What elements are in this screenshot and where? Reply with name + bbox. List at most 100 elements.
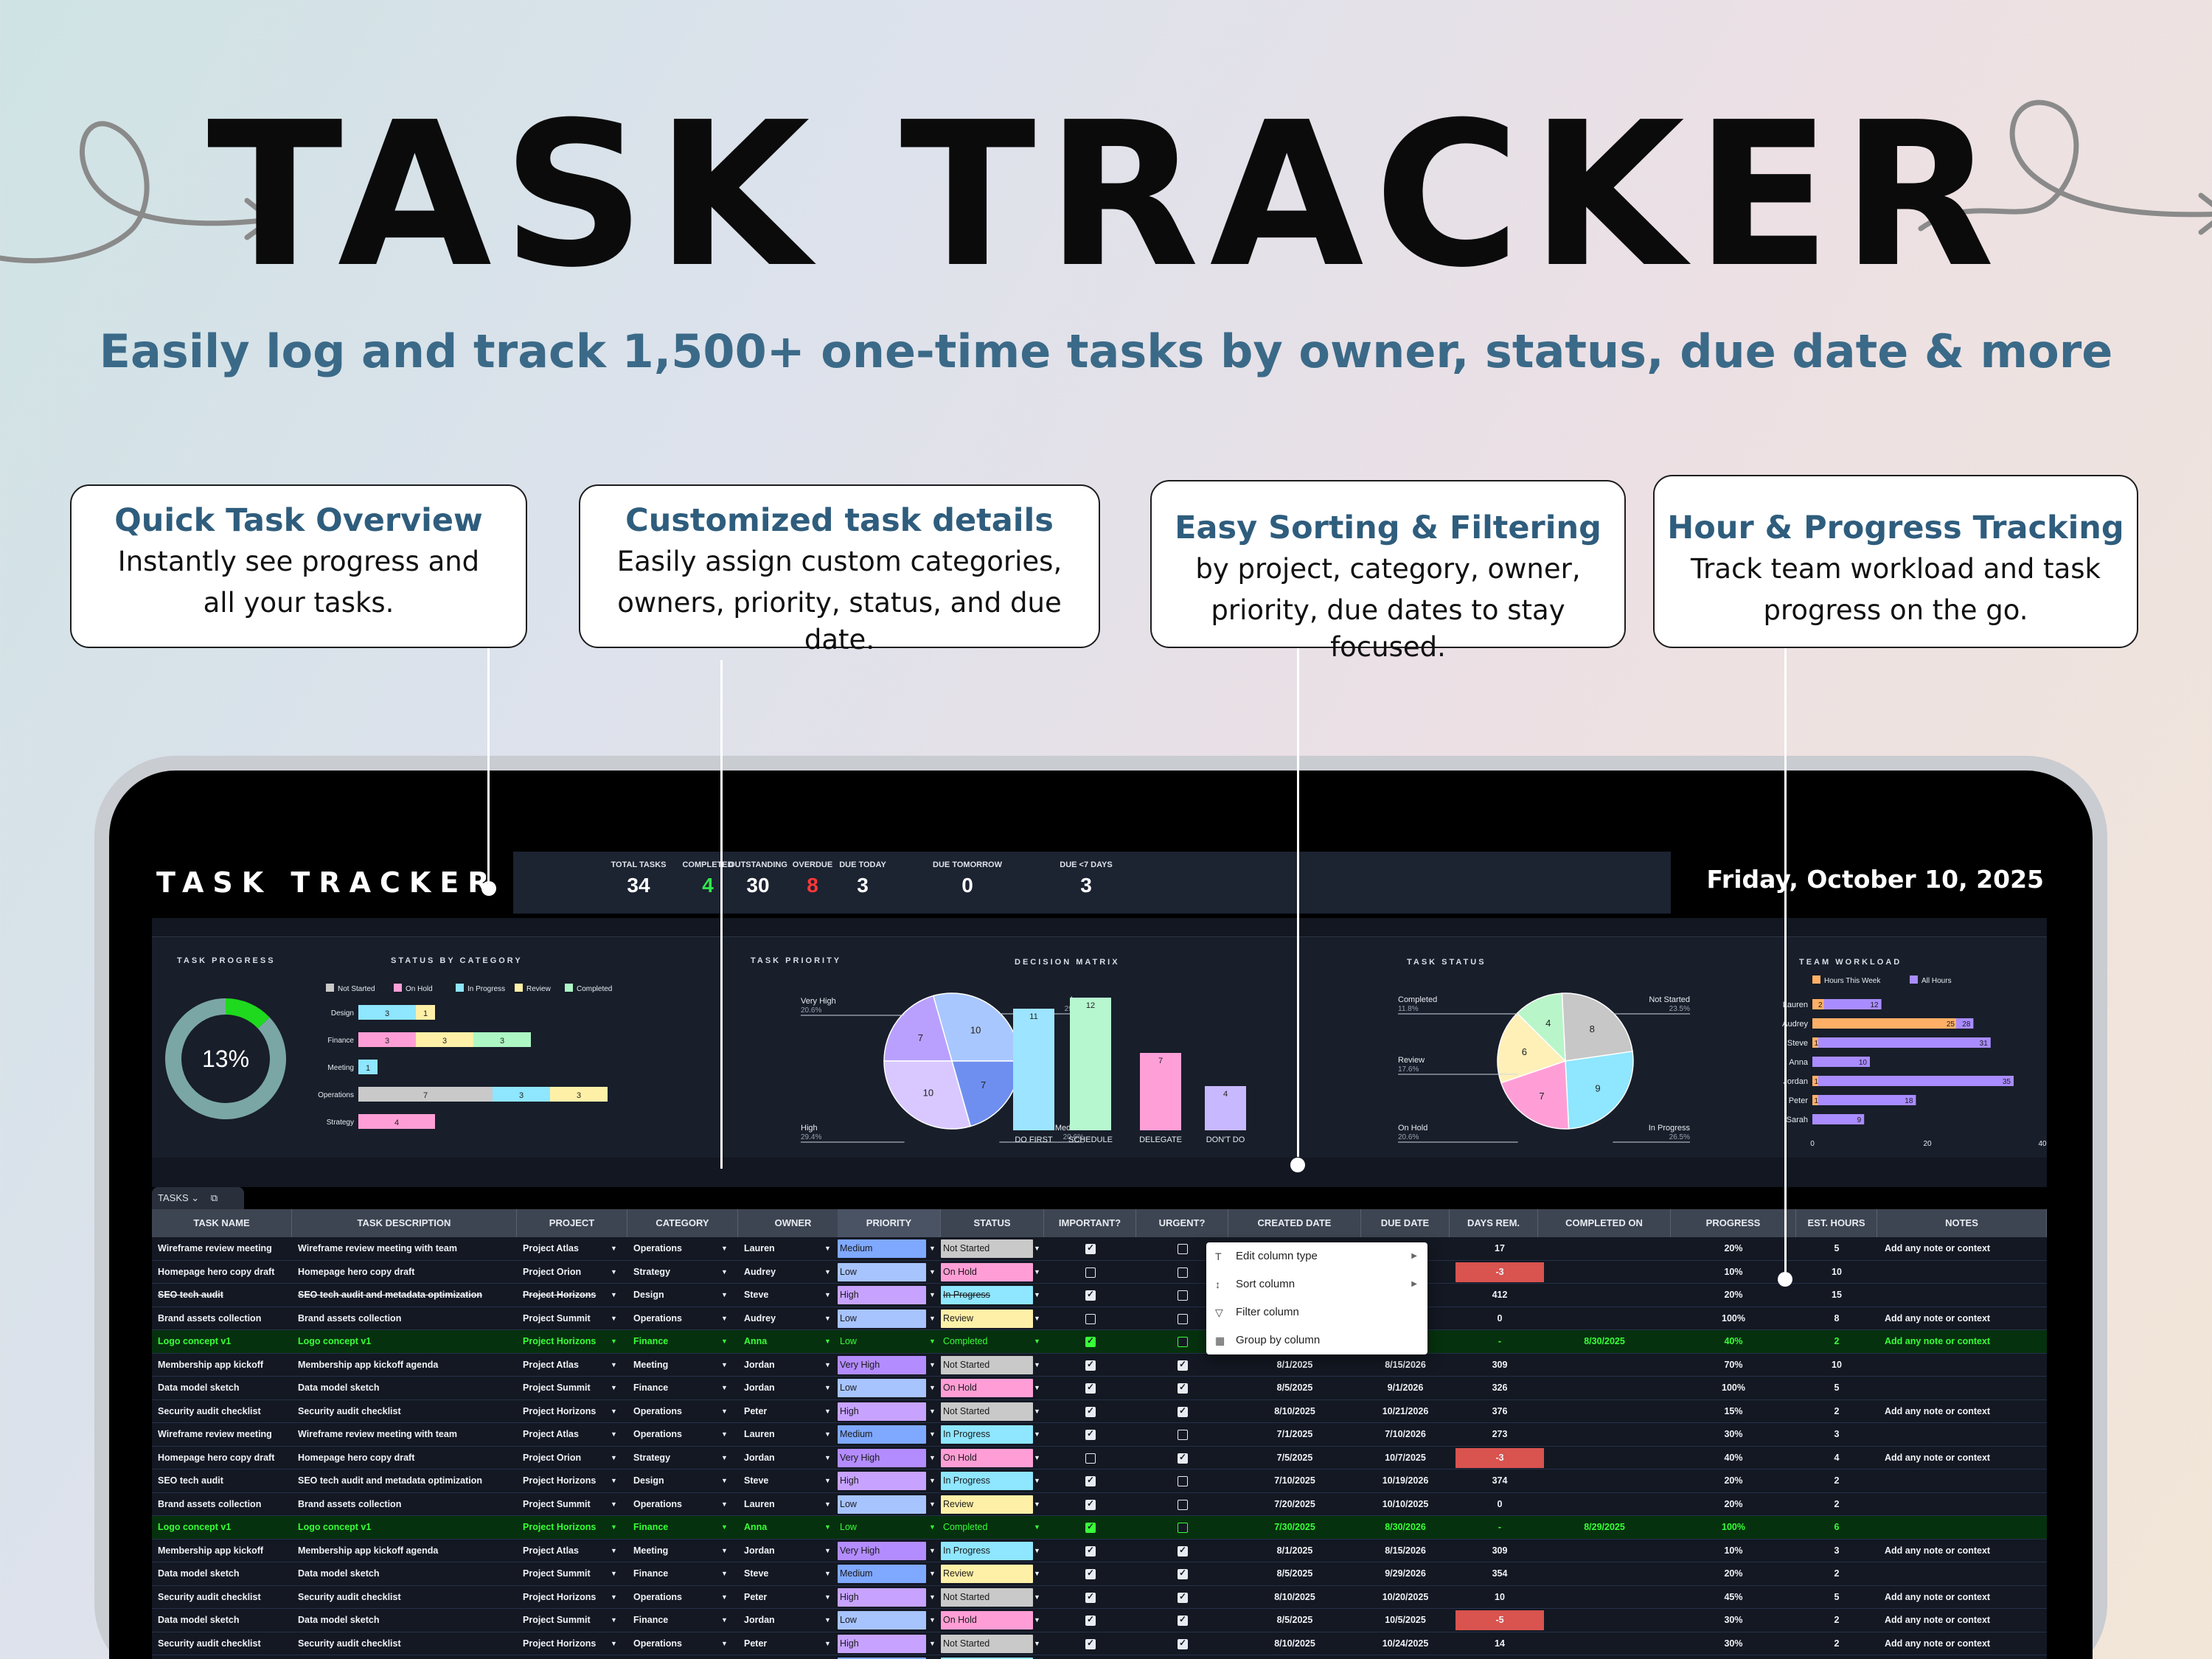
table-row[interactable]: Homepage hero copy draft Homepage hero co… <box>152 1446 2047 1470</box>
table-row[interactable]: Security audit checklist Security audit c… <box>152 1632 2047 1655</box>
urgent-checkbox[interactable] <box>1178 1476 1188 1486</box>
status-pill[interactable]: Not Started <box>941 1402 1033 1421</box>
important-checkbox[interactable] <box>1085 1614 1096 1626</box>
menu-item-group-by-column[interactable]: ▦ Group by column <box>1206 1326 1427 1354</box>
priority-pill[interactable]: High <box>838 1286 926 1304</box>
important-checkbox[interactable] <box>1085 1359 1096 1371</box>
urgent-checkbox[interactable] <box>1178 1523 1188 1533</box>
column-header[interactable]: TASK DESCRIPTION <box>292 1209 517 1237</box>
status-pill[interactable]: Completed <box>941 1332 1033 1351</box>
status-pill[interactable]: Not Started <box>941 1355 1033 1374</box>
urgent-checkbox[interactable] <box>1178 1290 1188 1301</box>
important-checkbox[interactable] <box>1085 1289 1096 1301</box>
column-header[interactable]: COMPLETED ON <box>1538 1209 1671 1237</box>
table-row[interactable]: Homepage hero copy draft Homepage hero co… <box>152 1260 2047 1284</box>
status-pill[interactable]: Review <box>941 1565 1033 1583</box>
priority-pill[interactable]: Low <box>838 1262 926 1281</box>
urgent-checkbox[interactable] <box>1178 1405 1188 1417</box>
status-pill[interactable]: Review <box>941 1309 1033 1328</box>
urgent-checkbox[interactable] <box>1178 1499 1188 1510</box>
status-pill[interactable]: Completed <box>941 1518 1033 1537</box>
column-header[interactable]: CREATED DATE <box>1228 1209 1361 1237</box>
priority-pill[interactable]: Medium <box>838 1425 926 1444</box>
important-checkbox[interactable] <box>1085 1267 1096 1278</box>
urgent-checkbox[interactable] <box>1178 1267 1188 1278</box>
column-header[interactable]: EST. HOURS <box>1796 1209 1877 1237</box>
priority-pill[interactable]: Very High <box>838 1355 926 1374</box>
status-pill[interactable]: In Progress <box>941 1286 1033 1304</box>
priority-pill[interactable]: High <box>838 1587 926 1607</box>
menu-item-sort-column[interactable]: ↕ Sort column ▶ <box>1206 1270 1427 1298</box>
table-row[interactable]: Wireframe review meeting Wireframe review… <box>152 1237 2047 1261</box>
important-checkbox[interactable] <box>1085 1335 1096 1347</box>
urgent-checkbox[interactable] <box>1178 1591 1188 1603</box>
table-row[interactable]: Security audit checklist Security audit c… <box>152 1399 2047 1423</box>
important-checkbox[interactable] <box>1085 1382 1096 1394</box>
table-row[interactable]: SEO tech audit SEO tech audit and metadat… <box>152 1284 2047 1307</box>
important-checkbox[interactable] <box>1085 1568 1096 1579</box>
priority-pill[interactable]: High <box>838 1472 926 1490</box>
important-checkbox[interactable] <box>1085 1313 1096 1324</box>
important-checkbox[interactable] <box>1085 1591 1096 1603</box>
menu-item-filter-column[interactable]: ▽ Filter column <box>1206 1298 1427 1326</box>
column-header[interactable]: PRIORITY <box>838 1209 941 1237</box>
table-row[interactable]: Wireframe review meeting Wireframe review… <box>152 1655 2047 1659</box>
priority-pill[interactable]: High <box>838 1634 926 1653</box>
priority-pill[interactable]: Low <box>838 1332 926 1351</box>
status-pill[interactable]: On Hold <box>941 1262 1033 1281</box>
urgent-checkbox[interactable] <box>1178 1638 1188 1649</box>
table-row[interactable]: Logo concept v1 Logo concept v1 Project Ho… <box>152 1516 2047 1540</box>
priority-pill[interactable]: Very High <box>838 1541 926 1560</box>
status-pill[interactable]: Not Started <box>941 1239 1033 1258</box>
column-header[interactable]: STATUS <box>941 1209 1044 1237</box>
urgent-checkbox[interactable] <box>1178 1430 1188 1440</box>
important-checkbox[interactable] <box>1085 1428 1096 1440</box>
urgent-checkbox[interactable] <box>1178 1313 1188 1324</box>
important-checkbox[interactable] <box>1085 1405 1096 1417</box>
important-checkbox[interactable] <box>1085 1475 1096 1486</box>
priority-pill[interactable]: Very High <box>838 1448 926 1467</box>
column-header[interactable]: TASK NAME <box>152 1209 292 1237</box>
priority-pill[interactable]: Low <box>838 1379 926 1397</box>
table-row[interactable]: Brand assets collection Brand assets coll… <box>152 1492 2047 1516</box>
status-pill[interactable]: In Progress <box>941 1541 1033 1560</box>
table-row[interactable]: Security audit checklist Security audit c… <box>152 1585 2047 1609</box>
column-header[interactable]: IMPORTANT? <box>1044 1209 1136 1237</box>
column-header[interactable]: DUE DATE <box>1361 1209 1450 1237</box>
status-pill[interactable]: Not Started <box>941 1587 1033 1607</box>
urgent-checkbox[interactable] <box>1178 1244 1188 1254</box>
important-checkbox[interactable] <box>1085 1521 1096 1533</box>
urgent-checkbox[interactable] <box>1178 1337 1188 1347</box>
important-checkbox[interactable] <box>1085 1638 1096 1649</box>
column-header[interactable]: URGENT? <box>1136 1209 1228 1237</box>
table-row[interactable]: Membership app kickoff Membership app kic… <box>152 1539 2047 1562</box>
urgent-checkbox[interactable] <box>1178 1614 1188 1626</box>
status-pill[interactable]: On Hold <box>941 1448 1033 1467</box>
table-row[interactable]: Data model sketch Data model sketch Projec… <box>152 1377 2047 1400</box>
tab-tasks[interactable]: TASKS ⌄ ⧉ <box>152 1187 244 1209</box>
table-row[interactable]: SEO tech audit SEO tech audit and metadat… <box>152 1470 2047 1493</box>
table-row[interactable]: Logo concept v1 Logo concept v1 Project Ho… <box>152 1330 2047 1354</box>
important-checkbox[interactable] <box>1085 1453 1096 1464</box>
urgent-checkbox[interactable] <box>1178 1545 1188 1557</box>
table-row[interactable]: Membership app kickoff Membership app kic… <box>152 1353 2047 1377</box>
important-checkbox[interactable] <box>1085 1242 1096 1254</box>
important-checkbox[interactable] <box>1085 1498 1096 1510</box>
column-header[interactable]: CATEGORY <box>627 1209 738 1237</box>
table-row[interactable]: Wireframe review meeting Wireframe review… <box>152 1423 2047 1447</box>
priority-pill[interactable]: High <box>838 1402 926 1421</box>
urgent-checkbox[interactable] <box>1178 1382 1188 1394</box>
status-pill[interactable]: In Progress <box>941 1472 1033 1490</box>
urgent-checkbox[interactable] <box>1178 1568 1188 1579</box>
table-row[interactable]: Data model sketch Data model sketch Projec… <box>152 1609 2047 1632</box>
urgent-checkbox[interactable] <box>1178 1452 1188 1464</box>
status-pill[interactable]: On Hold <box>941 1611 1033 1630</box>
priority-pill[interactable]: Medium <box>838 1565 926 1583</box>
table-row[interactable]: Data model sketch Data model sketch Projec… <box>152 1562 2047 1586</box>
status-pill[interactable]: Review <box>941 1495 1033 1514</box>
column-header[interactable]: PROGRESS <box>1671 1209 1796 1237</box>
status-pill[interactable]: On Hold <box>941 1379 1033 1397</box>
column-header[interactable]: OWNER <box>738 1209 849 1237</box>
priority-pill[interactable]: Low <box>838 1611 926 1630</box>
important-checkbox[interactable] <box>1085 1545 1096 1557</box>
